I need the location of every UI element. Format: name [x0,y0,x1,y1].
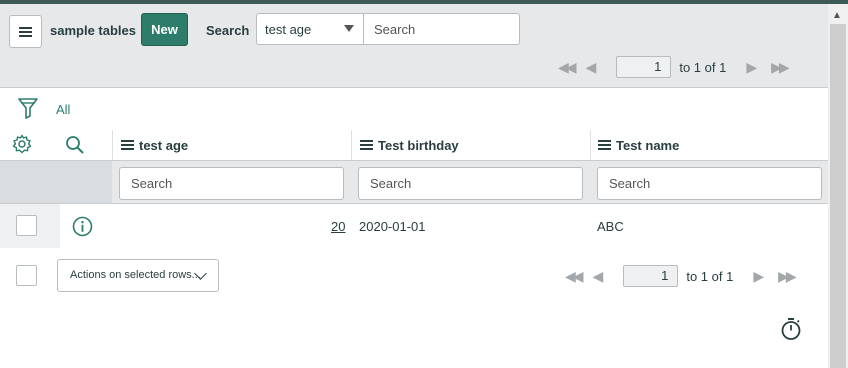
last-page-icon[interactable]: ▶▶ [771,59,789,76]
column-divider [112,130,113,160]
page-range-text: to 1 of 1 [679,59,727,75]
list-title: sample tables [50,23,136,38]
test-birthday-search-input[interactable] [358,167,583,200]
table-row: 20 2020-01-01 ABC [0,204,828,248]
search-field-select[interactable]: test age [256,13,364,45]
column-search-row [0,160,828,204]
search-label: Search [206,23,250,38]
dropdown-caret-icon [344,25,354,32]
column-divider [351,130,352,160]
list-view: sample tables New Search test age ◀◀ ◀ 1… [0,0,848,368]
scroll-up-icon[interactable]: ▲ [832,10,842,21]
row-checkbox[interactable] [16,215,37,236]
list-menu-button[interactable] [9,15,42,48]
gear-icon[interactable] [12,134,32,157]
next-page-icon[interactable]: ▶ [753,268,764,285]
column-header-test-name[interactable]: Test name [598,130,679,160]
actions-label: Actions on selected rows... [70,269,201,281]
column-label[interactable]: test age [139,138,188,153]
first-page-icon[interactable]: ◀◀ [565,268,583,285]
breadcrumb-all[interactable]: All [56,102,70,117]
page-number-input[interactable]: 1 [616,56,672,78]
cell-test-age[interactable]: 20 [331,219,345,234]
filter-breadcrumb-row [0,88,828,128]
column-divider [590,130,591,160]
test-name-search-input[interactable] [597,167,822,200]
column-header-test-birthday[interactable]: Test birthday [360,130,459,160]
header-pager: ◀◀ ◀ 1 to 1 of 1 ▶ ▶▶ [558,56,790,78]
column-label[interactable]: Test birthday [378,138,459,153]
magnifier-icon[interactable] [65,135,85,158]
new-button[interactable]: New [141,13,188,46]
info-icon[interactable] [72,216,93,240]
funnel-icon[interactable] [18,97,38,122]
search-row-spacer [0,161,112,203]
header-search-input[interactable] [363,13,520,45]
search-field-selected: test age [265,22,312,37]
column-menu-icon[interactable] [598,140,611,150]
list-header: sample tables New Search test age ◀◀ ◀ 1… [0,4,828,88]
next-page-icon[interactable]: ▶ [746,59,757,76]
scrollbar-thumb[interactable] [830,24,846,368]
prev-page-icon[interactable]: ◀ [586,59,597,76]
vertical-scrollbar[interactable]: ▲ [828,4,848,368]
page-number-input[interactable]: 1 [623,265,679,287]
cell-test-name: ABC [597,219,624,234]
row-checkbox-cell [0,204,60,248]
column-label[interactable]: Test name [616,138,679,153]
first-page-icon[interactable]: ◀◀ [558,59,576,76]
column-menu-icon[interactable] [121,140,134,150]
stopwatch-icon[interactable] [780,317,802,344]
test-age-search-input[interactable] [119,167,344,200]
column-header-test-age[interactable]: test age [121,130,188,160]
hamburger-icon [19,26,32,37]
actions-on-selected-rows-select[interactable]: Actions on selected rows... [57,259,219,292]
page-range-text: to 1 of 1 [686,268,734,284]
select-all-checkbox[interactable] [16,265,37,286]
cell-test-birthday: 2020-01-01 [359,219,426,234]
column-menu-icon[interactable] [360,140,373,150]
prev-page-icon[interactable]: ◀ [593,268,604,285]
footer-pager: ◀◀ ◀ 1 to 1 of 1 ▶ ▶▶ [565,265,797,287]
last-page-icon[interactable]: ▶▶ [778,268,796,285]
